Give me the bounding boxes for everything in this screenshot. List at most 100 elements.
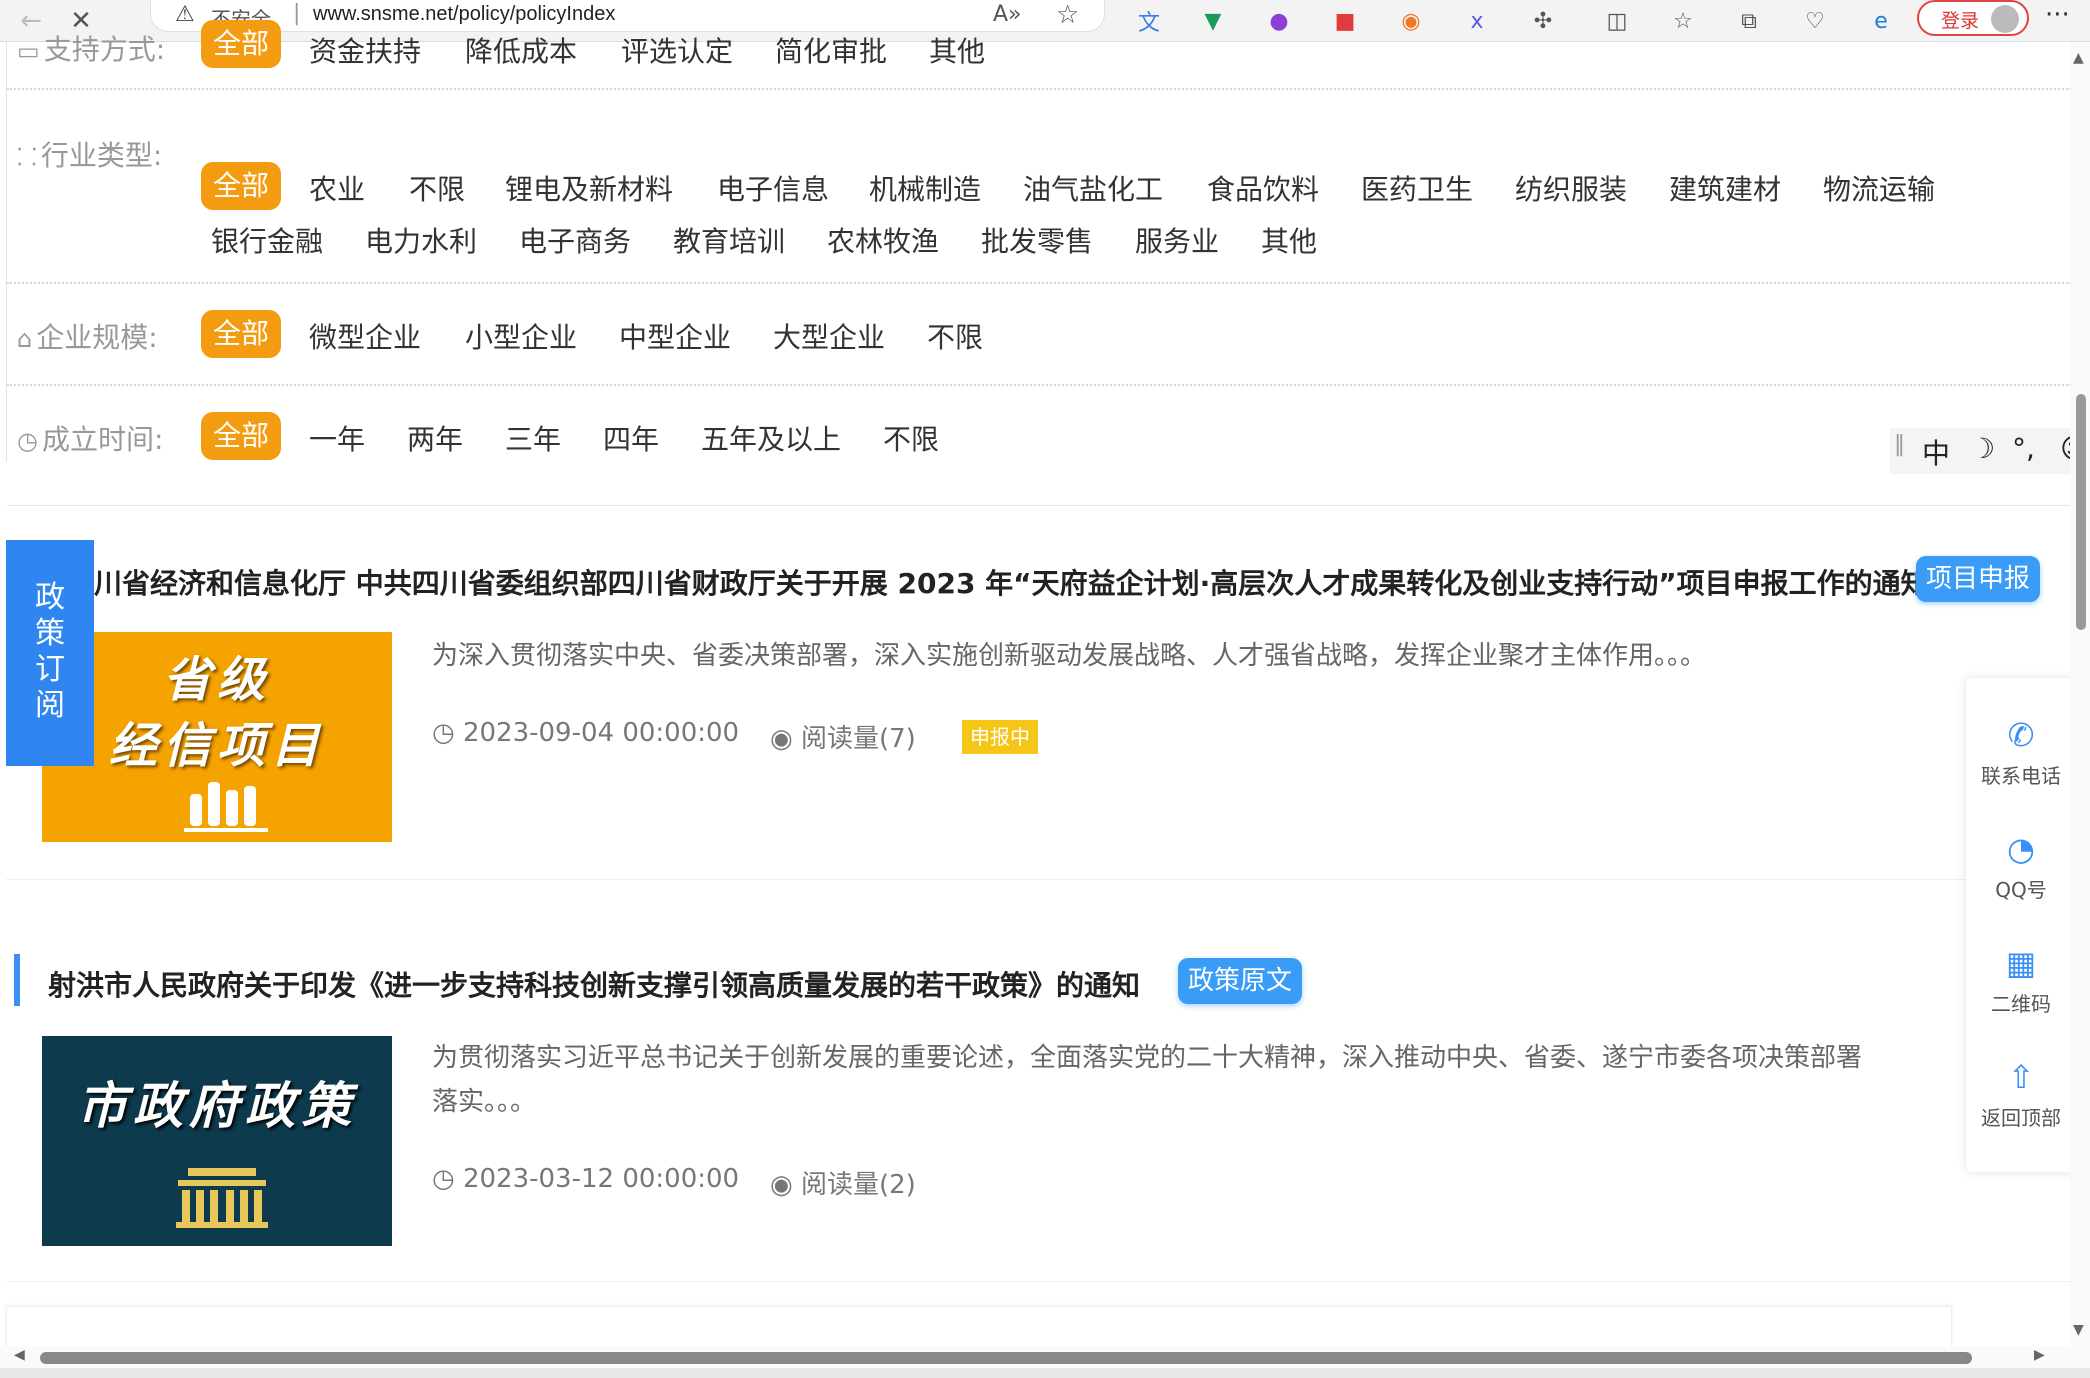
support-option[interactable]: 资金扶持 (309, 30, 421, 70)
thumb-text-line: 经信项目 (108, 718, 325, 774)
contact-qq-button[interactable]: ◔ QQ号 (1966, 830, 2076, 903)
industry-option[interactable]: 不限 (409, 168, 465, 208)
ime-mode-toggle[interactable]: 中 (1922, 432, 1950, 472)
filter-label-founded: ◷ 成立时间: (17, 423, 164, 456)
industry-option[interactable]: 医药卫生 (1361, 168, 1473, 208)
filter-row-support: ▭ 支持方式: 全部 资金扶持 降低成本 评选认定 简化审批 其他 (7, 20, 2071, 90)
scale-option[interactable]: 不限 (927, 316, 983, 356)
vertical-scroll-thumb[interactable] (2076, 394, 2086, 630)
translate-icon[interactable]: 文 (1132, 4, 1166, 38)
policy-thumbnail[interactable]: 省级 经信项目 (42, 632, 392, 842)
extension-x-icon[interactable]: x (1460, 4, 1494, 38)
filter-label-industry: ⸬ 行业类型: (17, 139, 163, 172)
industry-option[interactable]: 教育培训 (673, 220, 785, 260)
subscribe-tab[interactable]: 政 策 订 阅 (6, 540, 94, 766)
horizontal-scrollbar[interactable]: ◀ ▶ (0, 1346, 2070, 1368)
industry-option[interactable]: 批发零售 (981, 220, 1093, 260)
subscribe-char: 策 (35, 616, 65, 651)
favorite-star-icon[interactable]: ☆ (1056, 0, 1079, 30)
vertical-scrollbar[interactable]: ▲ ▼ (2070, 42, 2090, 1378)
scroll-up-arrow-icon[interactable]: ▲ (2073, 50, 2084, 66)
filter-label-support: ▭ 支持方式: (17, 33, 166, 66)
industry-option[interactable]: 电子商务 (519, 220, 631, 260)
eye-icon: ◉ (770, 1170, 801, 1200)
more-menu-icon[interactable]: ··· (2045, 0, 2070, 30)
founded-option[interactable]: 四年 (603, 418, 659, 458)
scale-option[interactable]: 中型企业 (619, 316, 731, 356)
back-to-top-button[interactable]: ⇧ 返回顶部 (1966, 1058, 2076, 1131)
industry-option[interactable]: 农林牧渔 (827, 220, 939, 260)
address-bar[interactable]: ⚠ 不安全 | www.snsme.net/policy/policyIndex… (150, 0, 1105, 32)
grid-icon: ⸬ (17, 143, 37, 171)
policy-tag-button[interactable]: 项目申报 (1916, 556, 2041, 602)
industry-option[interactable]: 银行金融 (211, 220, 323, 260)
policy-card[interactable]: 川省经济和信息化厅 中共四川省委组织部四川省财政厅关于开展 2023 年“天府益… (6, 500, 2070, 880)
subscribe-char: 政 (35, 580, 65, 615)
horizontal-scroll-thumb[interactable] (40, 1352, 1972, 1364)
avatar (1991, 5, 2019, 33)
scroll-right-arrow-icon[interactable]: ▶ (2034, 1347, 2045, 1363)
support-option[interactable]: 简化审批 (775, 30, 887, 70)
industry-option[interactable]: 机械制造 (869, 168, 981, 208)
support-option[interactable]: 其他 (929, 30, 985, 70)
founded-option-all[interactable]: 全部 (201, 412, 282, 460)
contact-phone-button[interactable]: ✆ 联系电话 (1966, 716, 2076, 789)
support-option[interactable]: 评选认定 (621, 30, 733, 70)
ime-moon-icon[interactable]: ☽ (1970, 432, 1995, 465)
description-line: 落实。。。 (432, 1087, 537, 1117)
vue-extension-icon[interactable]: ▼ (1196, 4, 1230, 38)
founded-option[interactable]: 五年及以上 (701, 418, 841, 458)
clock-icon: ◷ (17, 427, 38, 455)
industry-option[interactable]: 服务业 (1135, 220, 1219, 260)
founded-option[interactable]: 不限 (883, 418, 939, 458)
founded-option[interactable]: 三年 (505, 418, 561, 458)
extension-icon[interactable]: ● (1262, 4, 1296, 38)
industry-option[interactable]: 电力水利 (365, 220, 477, 260)
industry-option[interactable]: 油气盐化工 (1023, 168, 1163, 208)
scale-option[interactable]: 小型企业 (465, 316, 577, 356)
industry-option[interactable]: 其他 (1261, 220, 1317, 260)
industry-option[interactable]: 建筑建材 (1669, 168, 1781, 208)
extension-orange-icon[interactable]: ◉ (1394, 4, 1428, 38)
scale-option[interactable]: 微型企业 (309, 316, 421, 356)
industry-option[interactable]: 电子信息 (717, 168, 829, 208)
split-screen-icon[interactable]: ◫ (1600, 4, 1634, 38)
url-text[interactable]: www.snsme.net/policy/policyIndex (313, 3, 615, 26)
contact-qrcode-button[interactable]: ▦ 二维码 (1966, 944, 2076, 1017)
policy-title[interactable]: 川省经济和信息化厅 中共四川省委组织部四川省财政厅关于开展 2023 年“天府益… (94, 562, 1929, 602)
ime-handle-icon[interactable]: ‖ (1894, 432, 1905, 457)
contact-label: 二维码 (1991, 992, 2051, 1016)
collections-icon[interactable]: ⧉ (1732, 4, 1766, 38)
health-icon[interactable]: ♡ (1798, 4, 1832, 38)
extension-red-icon[interactable]: ■ (1328, 4, 1362, 38)
scale-option-all[interactable]: 全部 (201, 310, 282, 358)
founded-option[interactable]: 一年 (309, 418, 365, 458)
industry-option-all[interactable]: 全部 (201, 162, 282, 210)
ime-punct-icon[interactable]: °, (2012, 432, 2035, 465)
scroll-down-arrow-icon[interactable]: ▼ (2073, 1322, 2084, 1338)
scroll-left-arrow-icon[interactable]: ◀ (14, 1347, 25, 1363)
policy-tag-button[interactable]: 政策原文 (1178, 958, 1303, 1004)
favorites-icon[interactable]: ☆ (1666, 4, 1700, 38)
qrcode-icon: ▦ (2005, 944, 2037, 982)
industry-option[interactable]: 食品饮料 (1207, 168, 1319, 208)
support-option[interactable]: 降低成本 (465, 30, 577, 70)
industry-option[interactable]: 纺织服装 (1515, 168, 1627, 208)
read-aloud-icon[interactable]: A» (993, 2, 1022, 27)
filter-row-founded: ◷ 成立时间: 全部 一年 两年 三年 四年 五年及以上 不限 (7, 386, 2071, 506)
policy-thumbnail[interactable]: 市政府政策 (42, 1036, 392, 1246)
founded-option[interactable]: 两年 (407, 418, 463, 458)
policy-title[interactable]: 射洪市人民政府关于印发《进一步支持科技创新支撑引领高质量发展的若干政策》的通知 (48, 964, 1140, 1004)
login-button[interactable]: 登录 (1917, 0, 2029, 36)
extensions-puzzle-icon[interactable]: ✣ (1526, 4, 1560, 38)
industry-option[interactable]: 物流运输 (1823, 168, 1935, 208)
building-icon: ⌂ (17, 325, 33, 353)
eye-icon: ◉ (770, 724, 801, 754)
policy-card[interactable]: 射洪市人民政府关于印发《进一步支持科技创新支撑引领高质量发展的若干政策》的通知 … (6, 902, 2070, 1282)
edge-icon[interactable]: e (1864, 4, 1898, 38)
thumb-text-line: 市政府政策 (77, 1076, 357, 1135)
industry-option[interactable]: 农业 (309, 168, 365, 208)
industry-option[interactable]: 锂电及新材料 (505, 168, 673, 208)
support-option-all[interactable]: 全部 (201, 20, 282, 68)
scale-option[interactable]: 大型企业 (773, 316, 885, 356)
